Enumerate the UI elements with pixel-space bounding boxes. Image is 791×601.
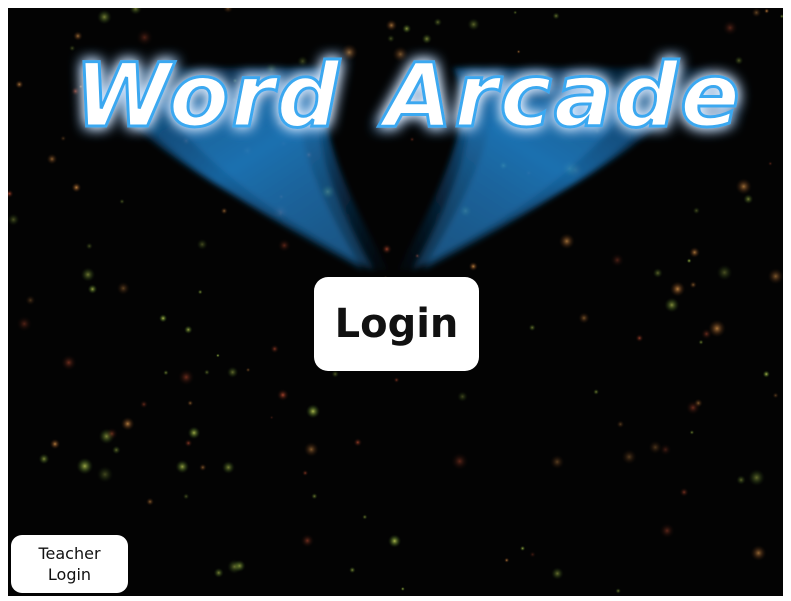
star-particle — [16, 316, 33, 332]
game-logo: Word Arcade — [73, 43, 742, 270]
star-particle — [38, 453, 50, 465]
star-particle — [175, 459, 190, 474]
star-particle — [393, 377, 400, 383]
star-particle — [187, 400, 194, 407]
star-particle — [349, 566, 356, 574]
star-particle — [578, 312, 590, 324]
star-particle — [450, 452, 469, 471]
star-particle — [213, 567, 224, 578]
star-particle — [184, 325, 193, 335]
star-particle — [400, 586, 405, 592]
star-particle — [551, 567, 564, 580]
star-particle — [105, 427, 118, 440]
title-word: Word — [74, 44, 341, 147]
star-particle — [387, 534, 402, 548]
teacher-login-button[interactable]: Teacher Login — [11, 535, 128, 593]
star-particle — [664, 297, 680, 313]
teacher-login-label-line-2: Login — [47, 565, 92, 584]
star-particle — [49, 438, 61, 450]
star-particle — [616, 420, 625, 429]
star-particle — [311, 493, 318, 500]
star-particle — [529, 551, 536, 558]
star-particle — [276, 389, 289, 401]
star-particle — [25, 295, 36, 306]
star-particle — [120, 416, 135, 431]
star-particle — [648, 440, 663, 455]
teacher-login-label-line-1: Teacher — [38, 544, 101, 563]
star-particle — [659, 523, 675, 539]
star-particle — [550, 454, 565, 470]
star-particle — [197, 289, 203, 295]
star-particle — [305, 404, 321, 419]
star-particle — [528, 324, 536, 332]
star-particle — [519, 545, 526, 552]
star-particle — [685, 400, 701, 415]
star-particle — [331, 370, 340, 378]
star-particle — [226, 366, 239, 379]
star-particle — [772, 392, 779, 399]
star-particle — [203, 369, 210, 376]
star-particle — [184, 439, 193, 448]
star-particle — [615, 588, 621, 594]
star-particle — [736, 475, 746, 485]
login-button-label: Login — [334, 301, 459, 347]
star-particle — [178, 369, 195, 386]
star-particle — [163, 369, 169, 376]
star-particle — [221, 460, 235, 474]
star-particle — [245, 367, 251, 373]
star-particle — [215, 353, 220, 358]
login-button[interactable]: Login — [314, 277, 479, 371]
star-particle — [700, 328, 713, 340]
star-particle — [762, 370, 770, 378]
star-particle — [353, 438, 363, 447]
star-particle — [96, 466, 114, 483]
game-stage: Word Arcade Login Teacher Login — [8, 8, 783, 596]
star-particle — [269, 415, 274, 420]
star-particle — [76, 457, 94, 475]
star-particle — [139, 400, 148, 409]
star-particle — [362, 514, 368, 520]
star-particle — [270, 344, 280, 354]
star-particle — [698, 339, 704, 345]
star-particle — [300, 533, 315, 548]
star-particle — [748, 469, 766, 487]
star-particle — [621, 449, 637, 465]
star-particle — [457, 391, 468, 402]
star-particle — [689, 430, 695, 435]
star-particle — [60, 354, 77, 371]
star-particle — [146, 497, 154, 506]
star-particle — [750, 545, 767, 561]
star-particle — [227, 559, 242, 574]
star-particle — [199, 463, 207, 472]
star-particle — [158, 314, 168, 323]
star-particle — [187, 426, 201, 440]
title-arcade: Arcade — [378, 44, 742, 147]
star-particle — [635, 334, 644, 343]
star-particle — [182, 493, 190, 500]
star-particle — [593, 388, 600, 395]
star-particle — [679, 487, 689, 497]
star-particle — [303, 441, 319, 457]
star-particle — [302, 469, 309, 477]
star-particle — [504, 557, 510, 563]
star-particle — [111, 445, 121, 455]
